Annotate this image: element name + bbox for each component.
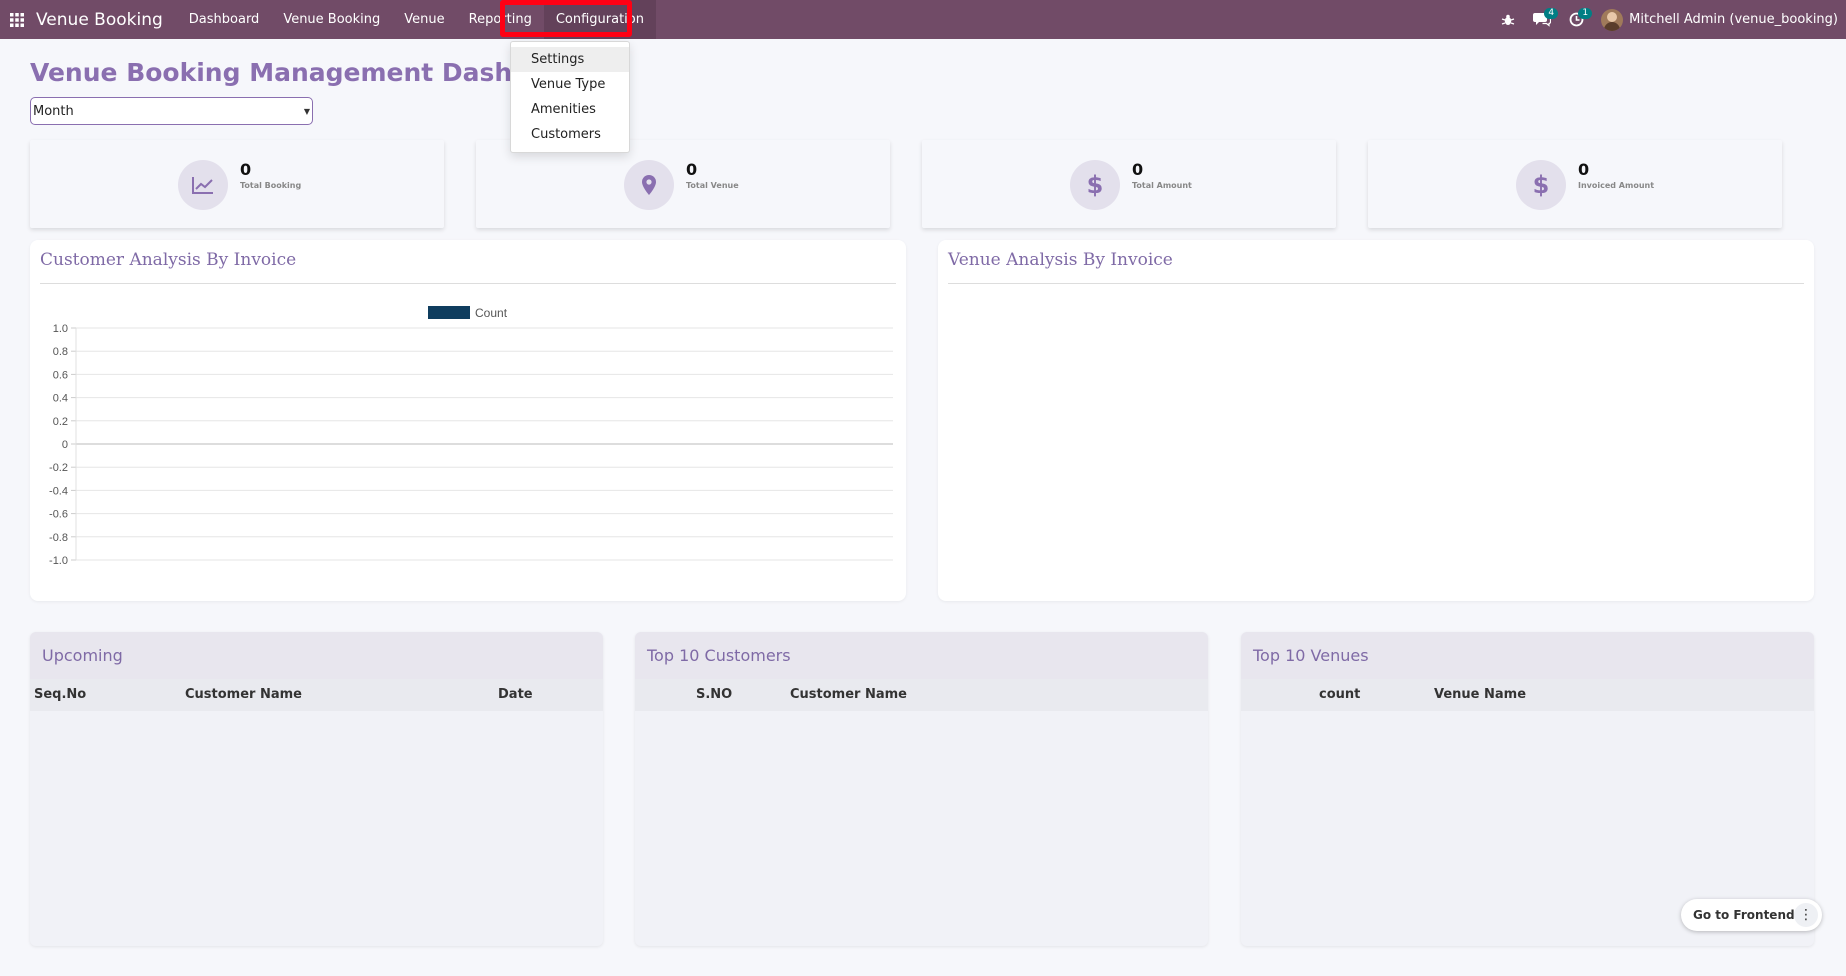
kpi-label: Total Amount: [1132, 181, 1192, 190]
kpi-value: 0: [1132, 160, 1144, 179]
legend-swatch[interactable]: [428, 306, 470, 319]
kpi-card-total-booking[interactable]: 0 Total Booking: [30, 140, 444, 228]
kpi-value: 0: [240, 160, 252, 179]
menu-venue[interactable]: Venue: [392, 0, 456, 39]
menu-dashboard[interactable]: Dashboard: [177, 0, 272, 39]
table-header: Seq.No Customer Name Date: [30, 679, 603, 711]
customer-analysis-chart: 1.0 0.8 0.6 0.4 0.2 0 -0.2 -0.4 -0.6 -0.8 -1.0 Coun…: [49, 306, 893, 567]
y-tick-label: -0.8: [49, 532, 68, 544]
dropdown-item-settings[interactable]: Settings: [511, 47, 629, 72]
caret-down-icon: ▼: [303, 107, 310, 116]
column-header-s-no[interactable]: S.NO: [696, 687, 732, 702]
user-name: Mitchell Admin (venue_booking): [1629, 12, 1838, 27]
kpi-label: Total Venue: [686, 181, 739, 190]
panel-title: Venue Analysis By Invoice: [948, 250, 1173, 270]
period-select[interactable]: Month ▼: [30, 97, 313, 125]
activities-badge: 1: [1578, 8, 1593, 19]
kpi-value: 0: [686, 160, 698, 179]
more-vertical-icon[interactable]: ⋮: [1794, 903, 1818, 927]
kpi-card-invoiced-amount[interactable]: $ 0 Invoiced Amount: [1368, 140, 1782, 228]
messages-icon[interactable]: 4: [1525, 0, 1559, 39]
app-name[interactable]: Venue Booking: [36, 10, 163, 30]
table-header: S.NO Customer Name: [635, 679, 1208, 711]
map-marker-icon: [624, 160, 674, 210]
column-header-customer-name[interactable]: Customer Name: [185, 687, 302, 702]
go-to-frontend-label: Go to Frontend: [1693, 908, 1795, 922]
table-header: count Venue Name: [1241, 679, 1814, 711]
dollar-icon: $: [1070, 160, 1120, 210]
venue-analysis-panel: Venue Analysis By Invoice: [938, 240, 1814, 601]
y-tick-label: -0.2: [49, 462, 68, 474]
divider: [948, 283, 1804, 284]
y-tick-label: 0.8: [53, 346, 68, 358]
y-tick-label: 0.2: [53, 416, 68, 428]
messages-badge: 4: [1544, 8, 1559, 19]
menu-configuration[interactable]: Configuration: [543, 0, 656, 39]
bug-icon[interactable]: [1491, 0, 1525, 39]
kpi-card-total-venue[interactable]: 0 Total Venue: [476, 140, 890, 228]
column-header-seq-no[interactable]: Seq.No: [34, 687, 86, 702]
dropdown-item-customers[interactable]: Customers: [511, 122, 629, 147]
period-select-value: Month: [33, 103, 74, 119]
dropdown-item-amenities[interactable]: Amenities: [511, 97, 629, 122]
column-header-date[interactable]: Date: [498, 687, 533, 702]
column-header-customer-name[interactable]: Customer Name: [790, 687, 907, 702]
panel-title: Upcoming: [30, 632, 603, 679]
dropdown-item-venue-type[interactable]: Venue Type: [511, 72, 629, 97]
kpi-value: 0: [1578, 160, 1590, 179]
column-header-venue-name[interactable]: Venue Name: [1434, 687, 1526, 702]
kpi-label: Invoiced Amount: [1578, 181, 1655, 190]
y-tick-label: -1.0: [49, 555, 68, 567]
go-to-frontend-button[interactable]: Go to Frontend ⋮: [1681, 899, 1822, 931]
y-tick-label: -0.6: [49, 509, 68, 521]
chart-line-icon: [178, 160, 228, 210]
y-tick-label: 0.4: [53, 393, 68, 405]
kpi-card-total-amount[interactable]: $ 0 Total Amount: [922, 140, 1336, 228]
user-menu[interactable]: Mitchell Admin (venue_booking): [1601, 8, 1838, 31]
activities-clock-icon[interactable]: 1: [1559, 0, 1593, 39]
y-tick-label: 0: [62, 439, 68, 451]
y-tick-label: -0.4: [49, 485, 68, 497]
panel-title: Top 10 Customers: [635, 632, 1208, 679]
configuration-dropdown: Settings Venue Type Amenities Customers: [510, 41, 630, 153]
y-tick-label: 1.0: [53, 323, 68, 335]
dollar-icon: $: [1516, 160, 1566, 210]
column-header-count[interactable]: count: [1319, 687, 1360, 702]
y-tick-label: 0.6: [53, 369, 68, 381]
apps-grid-icon[interactable]: [0, 0, 34, 39]
legend-label[interactable]: Count: [475, 306, 508, 320]
top-customers-panel: Top 10 Customers S.NO Customer Name: [635, 632, 1208, 946]
navbar-systray: 4 1 Mitchell Admin (venue_booking): [1491, 0, 1838, 39]
upcoming-panel: Upcoming Seq.No Customer Name Date: [30, 632, 603, 946]
menu-venue-booking[interactable]: Venue Booking: [271, 0, 392, 39]
panel-title: Top 10 Venues: [1241, 632, 1814, 679]
menu-reporting[interactable]: Reporting: [457, 0, 544, 39]
top-navbar: Venue Booking Dashboard Venue Booking Ve…: [0, 0, 1846, 39]
kpi-label: Total Booking: [240, 181, 302, 190]
customer-analysis-panel: Customer Analysis By Invoice 1.0 0.8 0.6 0.…: [30, 240, 906, 601]
avatar: [1601, 8, 1624, 31]
